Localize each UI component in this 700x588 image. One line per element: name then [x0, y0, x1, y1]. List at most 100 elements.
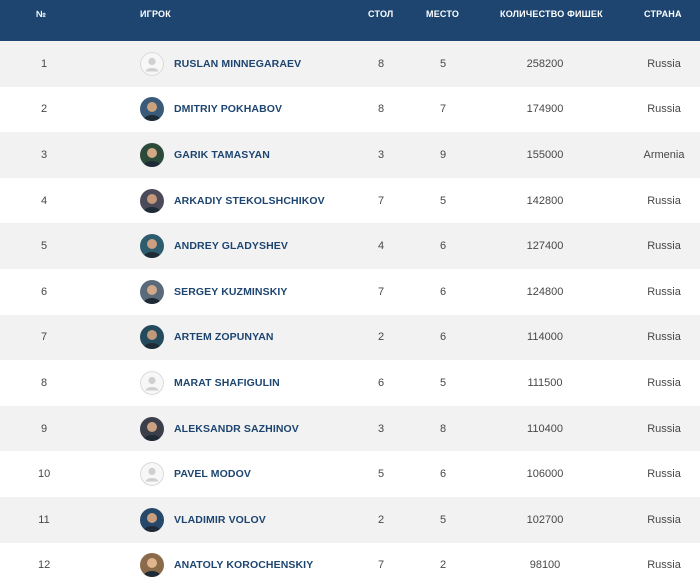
table-number: 7 [377, 559, 385, 572]
player-name-link[interactable]: GARIK TAMASYAN [174, 149, 270, 161]
seat-number: 5 [439, 57, 447, 70]
table-row: 2 DMITRIY POKHABOV 8 7 174900 Russia [0, 86, 700, 133]
rank-number: 10 [38, 468, 51, 481]
table-number: 5 [377, 468, 385, 481]
table-body: 1 RUSLAN MINNEGARAEV 8 5 258200 Russia 2 DMITRI… [0, 41, 700, 588]
player-avatar [140, 97, 164, 122]
player-name-link[interactable]: PAVEL MODOV [174, 468, 251, 480]
country: Russia [647, 57, 681, 70]
country: Russia [647, 194, 681, 207]
player-name-link[interactable]: ANATOLY KOROCHENSKIY [174, 559, 313, 571]
chip-count: 98100 [529, 559, 561, 572]
player-name-link[interactable]: ARTEM ZOPUNYAN [174, 331, 274, 343]
country: Russia [647, 376, 681, 389]
chip-count: 258200 [526, 57, 564, 70]
header-country[interactable]: Страна [644, 9, 682, 19]
rank-number: 6 [40, 285, 48, 298]
rank-number: 12 [38, 559, 51, 572]
rank-number: 9 [40, 422, 48, 435]
table-number: 7 [377, 194, 385, 207]
table-number: 8 [377, 57, 385, 70]
country: Russia [647, 422, 681, 435]
country: Russia [647, 559, 681, 572]
header-table[interactable]: Стол [368, 9, 393, 19]
placeholder-avatar-icon [140, 462, 164, 487]
player-name-link[interactable]: ALEKSANDR SAZHINOV [174, 423, 299, 435]
table-number: 2 [377, 513, 385, 526]
chip-count: 127400 [526, 240, 564, 253]
table-row: 9 ALEKSANDR SAZHINOV 3 8 110400 Russia [0, 405, 700, 452]
table-row: 3 GARIK TAMASYAN 3 9 155000 Armenia [0, 132, 700, 178]
seat-number: 5 [439, 376, 447, 389]
table-number: 6 [377, 376, 385, 389]
table-row: 11 VLADIMIR VOLOV 2 5 102700 Russia [0, 496, 700, 543]
player-name-link[interactable]: RUSLAN MINNEGARAEV [174, 58, 301, 70]
table-row: 8 MARAT SHAFIGULIN 6 5 111500 Russia [0, 360, 700, 406]
rank-number: 7 [40, 331, 48, 344]
seat-number: 2 [439, 559, 447, 572]
rank-number: 8 [40, 376, 48, 389]
table-number: 2 [377, 331, 385, 344]
table-row: 4 ARKADIY STEKOLSHCHIKOV 7 5 142800 Russia [0, 177, 700, 224]
table-row: 6 SERGEY KUZMINSKIY 7 6 124800 Russia [0, 268, 700, 315]
header-seat[interactable]: Место [426, 9, 459, 19]
player-avatar [140, 416, 164, 441]
table-number: 7 [377, 285, 385, 298]
player-name-link[interactable]: MARAT SHAFIGULIN [174, 377, 280, 389]
country: Russia [647, 513, 681, 526]
player-avatar [140, 325, 164, 350]
placeholder-avatar-icon [140, 51, 164, 76]
header-chips[interactable]: Количество фишек [500, 9, 603, 19]
chip-count: 106000 [526, 468, 564, 481]
country: Russia [647, 331, 681, 344]
chip-count: 174900 [526, 103, 564, 116]
player-name-link[interactable]: DMITRIY POKHABOV [174, 103, 282, 115]
player-avatar [140, 507, 164, 532]
seat-number: 6 [439, 331, 447, 344]
seat-number: 7 [439, 103, 447, 116]
table-header: № Игрок Стол Место Количество фишек Стра… [0, 0, 700, 41]
table-row: 7 ARTEM ZOPUNYAN 2 6 114000 Russia [0, 314, 700, 361]
table-row: 10 PAVEL MODOV 5 6 106000 Russia [0, 451, 700, 497]
chip-count: 110400 [527, 422, 563, 435]
seat-number: 9 [439, 148, 447, 161]
player-name-link[interactable]: VLADIMIR VOLOV [174, 514, 266, 526]
seat-number: 5 [439, 513, 447, 526]
chip-count: 102700 [526, 513, 564, 526]
player-avatar [140, 188, 164, 213]
country: Russia [647, 468, 681, 481]
player-avatar [140, 279, 164, 304]
seat-number: 6 [439, 285, 447, 298]
rank-number: 1 [40, 57, 48, 70]
rank-number: 5 [40, 240, 48, 253]
header-player[interactable]: Игрок [140, 9, 171, 19]
country: Russia [647, 103, 681, 116]
player-avatar [140, 553, 164, 578]
chip-count: 142800 [526, 194, 564, 207]
rank-number: 3 [40, 148, 48, 161]
country: Russia [647, 285, 681, 298]
player-avatar [140, 234, 164, 259]
rank-number: 4 [40, 194, 48, 207]
chip-count: 111500 [527, 376, 563, 389]
table-number: 3 [377, 148, 385, 161]
seat-number: 6 [439, 468, 447, 481]
rank-number: 2 [40, 103, 48, 116]
seat-number: 8 [439, 422, 447, 435]
rank-number: 11 [38, 513, 50, 526]
table-row: 1 RUSLAN MINNEGARAEV 8 5 258200 Russia [0, 41, 700, 87]
player-name-link[interactable]: SERGEY KUZMINSKIY [174, 286, 288, 298]
country: Armenia [643, 148, 685, 161]
table-row: 5 ANDREY GLADYSHEV 4 6 127400 Russia [0, 223, 700, 269]
chip-count: 155000 [526, 148, 564, 161]
seat-number: 6 [439, 240, 447, 253]
header-number[interactable]: № [36, 9, 46, 19]
chip-count: 114000 [527, 331, 563, 344]
placeholder-avatar-icon [140, 370, 164, 395]
player-name-link[interactable]: ARKADIY STEKOLSHCHIKOV [174, 195, 325, 207]
seat-number: 5 [439, 194, 447, 207]
player-name-link[interactable]: ANDREY GLADYSHEV [174, 240, 288, 252]
chip-count: 124800 [526, 285, 564, 298]
chip-count-table: № Игрок Стол Место Количество фишек Стра… [0, 0, 700, 588]
table-row: 12 ANATOLY KOROCHENSKIY 7 2 98100 Russia [0, 542, 700, 588]
